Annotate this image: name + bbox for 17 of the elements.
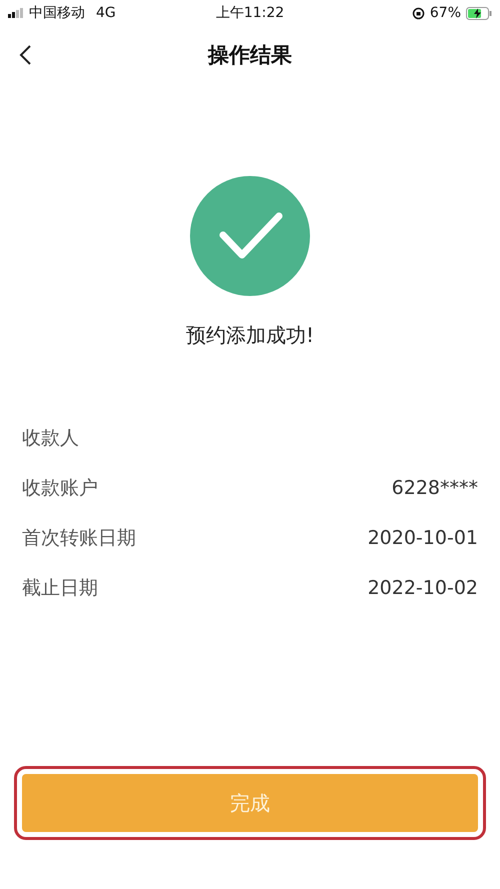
page-title: 操作结果 (208, 42, 292, 69)
detail-label: 收款账户 (22, 476, 98, 501)
detail-label: 首次转账日期 (22, 526, 136, 551)
detail-value: 6228**** (392, 477, 478, 499)
back-icon[interactable] (18, 44, 32, 66)
network-type: 4G (96, 5, 116, 21)
done-button[interactable]: 完成 (22, 774, 478, 832)
battery-percent: 67% (430, 5, 462, 21)
detail-value: 2020-10-01 (368, 527, 478, 549)
signal-icon (8, 8, 24, 18)
detail-label: 收款人 (22, 426, 79, 451)
clock-time: 上午11:22 (216, 5, 284, 21)
rotation-lock-icon (412, 6, 425, 20)
detail-value: 2022-10-02 (368, 577, 478, 599)
result-message: 预约添加成功! (186, 322, 314, 349)
detail-label: 截止日期 (22, 576, 98, 601)
carrier-name: 中国移动 (29, 4, 85, 22)
